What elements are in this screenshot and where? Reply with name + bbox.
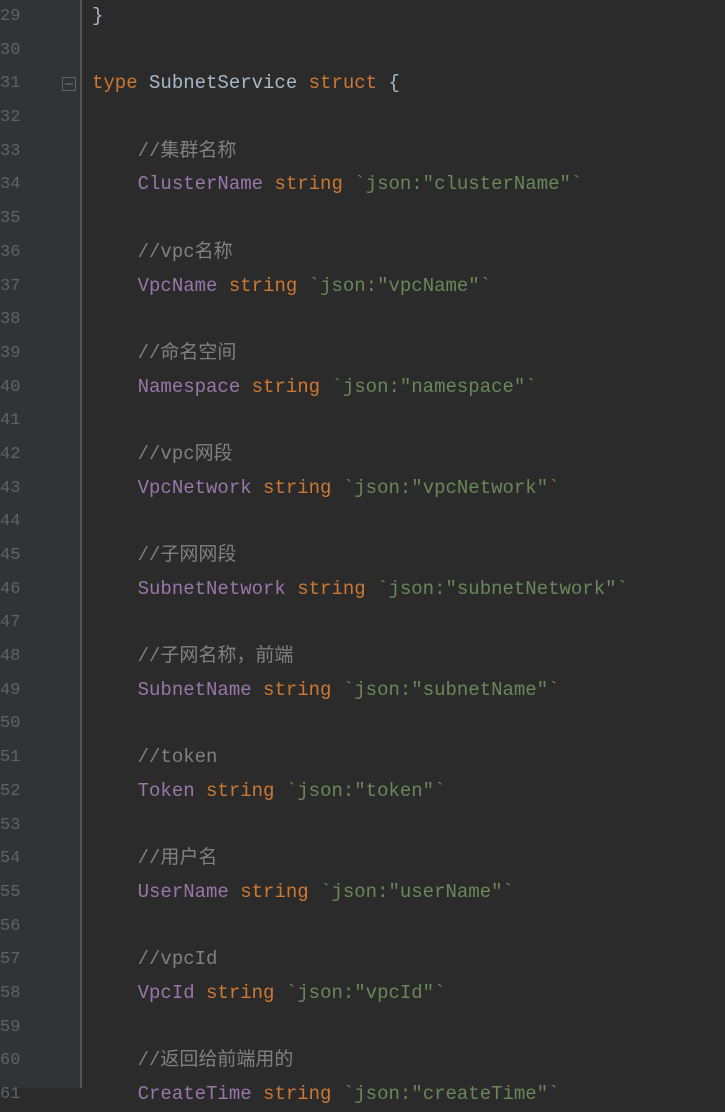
code-line[interactable]: VpcId string `json:"vpcId"` bbox=[92, 977, 725, 1011]
line-number: 42 bbox=[0, 438, 19, 472]
code-line[interactable]: //token bbox=[92, 741, 725, 775]
line-number: 32 bbox=[0, 101, 19, 135]
line-number: 43 bbox=[0, 472, 19, 506]
line-number: 61 bbox=[0, 1078, 19, 1112]
line-number: 33 bbox=[0, 135, 19, 169]
code-line[interactable]: SubnetNetwork string `json:"subnetNetwor… bbox=[92, 573, 725, 607]
code-line[interactable] bbox=[92, 404, 725, 438]
line-number: 57 bbox=[0, 943, 19, 977]
line-number: 41 bbox=[0, 404, 19, 438]
line-number: 36 bbox=[0, 236, 19, 270]
code-line[interactable] bbox=[92, 910, 725, 944]
line-number: 48 bbox=[0, 640, 19, 674]
line-number: 58 bbox=[0, 977, 19, 1011]
line-number: 29 bbox=[0, 0, 19, 34]
code-line[interactable]: type SubnetService struct { bbox=[92, 67, 725, 101]
code-area[interactable]: } type SubnetService struct { //集群名称 Clu… bbox=[82, 0, 725, 1088]
code-line[interactable]: ClusterName string `json:"clusterName"` bbox=[92, 168, 725, 202]
fold-column bbox=[24, 0, 80, 1088]
line-number: 46 bbox=[0, 573, 19, 607]
code-line[interactable]: //vpc名称 bbox=[92, 236, 725, 270]
code-line[interactable] bbox=[92, 34, 725, 68]
code-line[interactable] bbox=[92, 1011, 725, 1045]
code-line[interactable] bbox=[92, 707, 725, 741]
code-line[interactable]: VpcName string `json:"vpcName"` bbox=[92, 270, 725, 304]
code-line[interactable]: //返回给前端用的 bbox=[92, 1044, 725, 1078]
line-number: 44 bbox=[0, 505, 19, 539]
code-line[interactable] bbox=[92, 101, 725, 135]
line-number: 45 bbox=[0, 539, 19, 573]
code-line[interactable]: //vpc网段 bbox=[92, 438, 725, 472]
code-line[interactable]: Token string `json:"token"` bbox=[92, 775, 725, 809]
line-number: 31 bbox=[0, 67, 19, 101]
code-line[interactable]: //用户名 bbox=[92, 842, 725, 876]
code-line[interactable]: CreateTime string `json:"createTime"` bbox=[92, 1078, 725, 1112]
line-number: 35 bbox=[0, 202, 19, 236]
code-line[interactable]: SubnetName string `json:"subnetName"` bbox=[92, 674, 725, 708]
code-line[interactable] bbox=[92, 606, 725, 640]
line-number: 47 bbox=[0, 606, 19, 640]
line-number: 40 bbox=[0, 371, 19, 405]
line-number: 53 bbox=[0, 809, 19, 843]
line-number: 60 bbox=[0, 1044, 19, 1078]
line-number: 54 bbox=[0, 842, 19, 876]
line-number: 39 bbox=[0, 337, 19, 371]
line-number: 34 bbox=[0, 168, 19, 202]
line-number: 49 bbox=[0, 674, 19, 708]
code-line[interactable]: } bbox=[92, 0, 725, 34]
line-number: 37 bbox=[0, 270, 19, 304]
code-line[interactable] bbox=[92, 202, 725, 236]
code-line[interactable]: //vpcId bbox=[92, 943, 725, 977]
code-line[interactable]: VpcNetwork string `json:"vpcNetwork"` bbox=[92, 472, 725, 506]
code-editor: 2930313233343536373839404142434445464748… bbox=[0, 0, 725, 1088]
code-line[interactable]: //子网网段 bbox=[92, 539, 725, 573]
code-line[interactable] bbox=[92, 505, 725, 539]
code-line[interactable]: //集群名称 bbox=[92, 135, 725, 169]
code-line[interactable] bbox=[92, 303, 725, 337]
code-line[interactable] bbox=[92, 809, 725, 843]
code-line[interactable]: Namespace string `json:"namespace"` bbox=[92, 371, 725, 405]
line-number: 38 bbox=[0, 303, 19, 337]
line-number: 30 bbox=[0, 34, 19, 68]
line-number: 56 bbox=[0, 910, 19, 944]
line-number-gutter: 2930313233343536373839404142434445464748… bbox=[0, 0, 24, 1088]
fold-toggle-icon[interactable] bbox=[62, 77, 76, 91]
line-number: 51 bbox=[0, 741, 19, 775]
line-number: 50 bbox=[0, 707, 19, 741]
code-line[interactable]: //子网名称，前端 bbox=[92, 640, 725, 674]
line-number: 59 bbox=[0, 1011, 19, 1045]
line-number: 55 bbox=[0, 876, 19, 910]
code-line[interactable]: UserName string `json:"userName"` bbox=[92, 876, 725, 910]
line-number: 52 bbox=[0, 775, 19, 809]
code-line[interactable]: //命名空间 bbox=[92, 337, 725, 371]
